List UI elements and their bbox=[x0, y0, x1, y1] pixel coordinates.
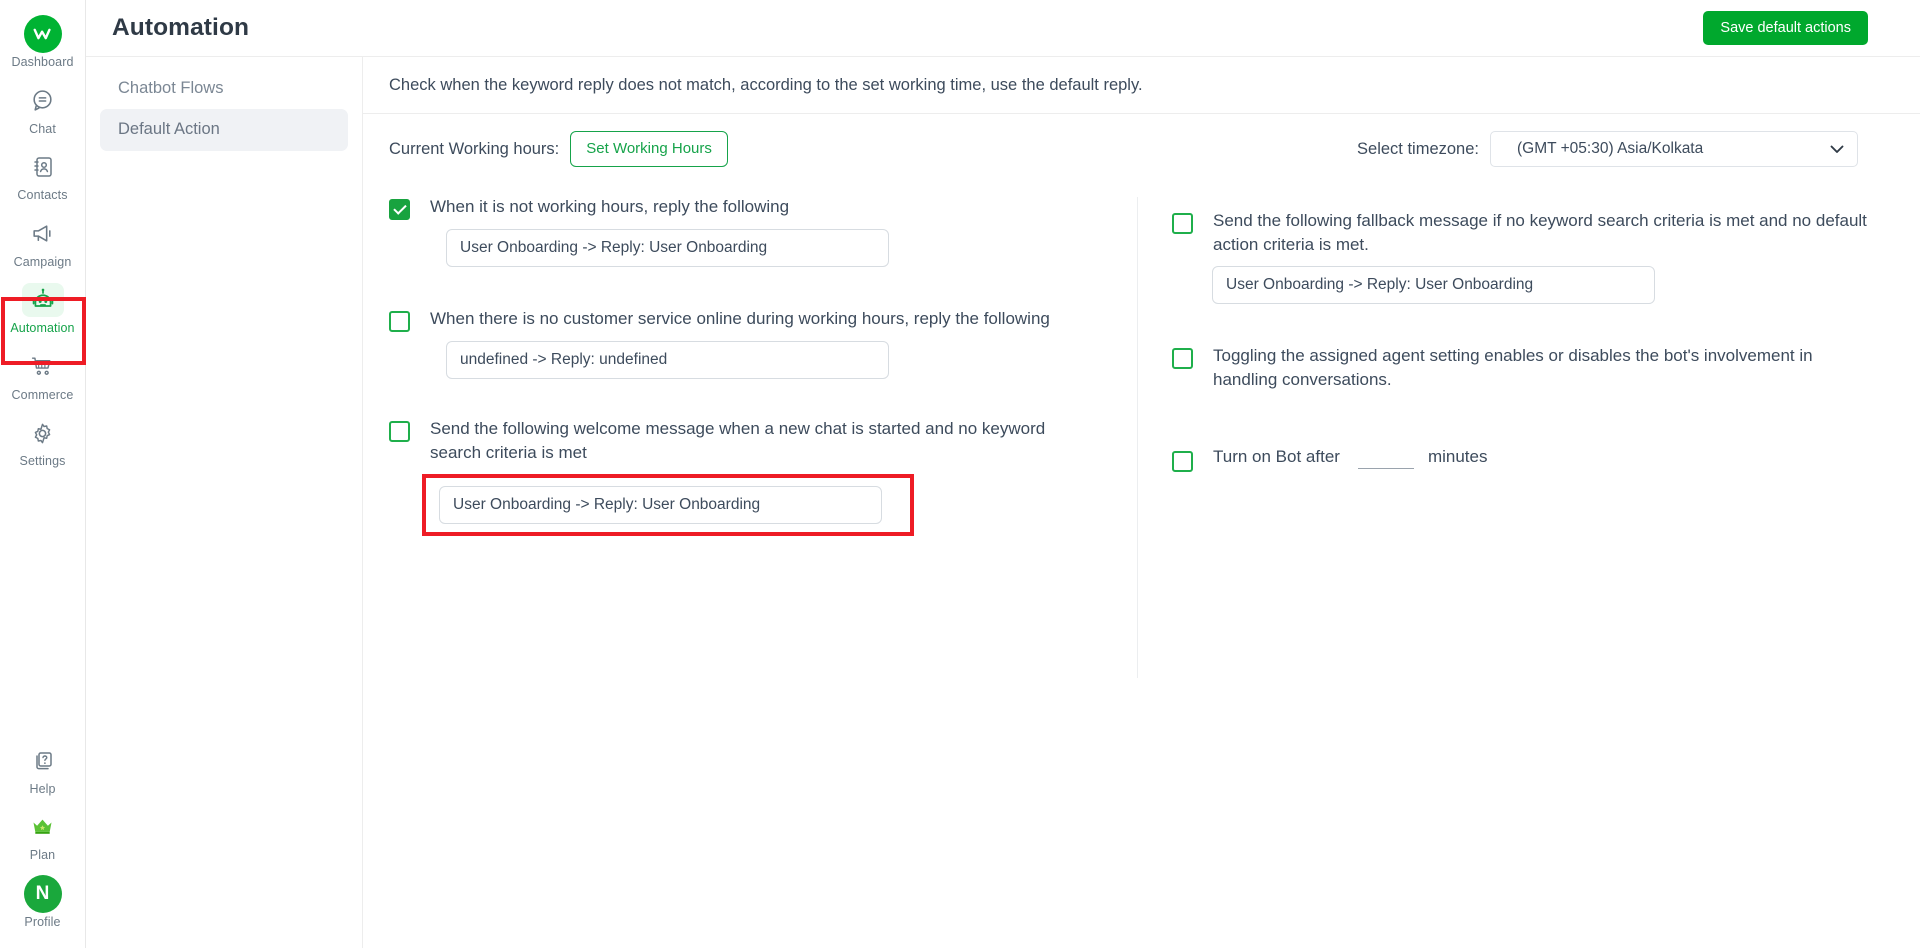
reply-select-no-agent-online[interactable]: undefined -> Reply: undefined bbox=[446, 341, 889, 379]
option-label: When there is no customer service online… bbox=[430, 309, 1050, 328]
shopping-cart-icon bbox=[22, 350, 64, 384]
automation-subnav: Chatbot Flows Default Action bbox=[86, 57, 363, 948]
page-title: Automation bbox=[112, 14, 250, 41]
subnav-item-default-action[interactable]: Default Action bbox=[100, 109, 348, 151]
option-label: Toggling the assigned agent setting enab… bbox=[1213, 346, 1813, 390]
working-hours-group: Current Working hours: Set Working Hours bbox=[389, 131, 728, 167]
panel-hint-text: Check when the keyword reply does not ma… bbox=[363, 57, 1920, 114]
working-hours-row: Current Working hours: Set Working Hours… bbox=[363, 114, 1920, 183]
avatar-icon: N bbox=[22, 874, 64, 913]
option-block-assigned-agent-toggle: Toggling the assigned agent setting enab… bbox=[1172, 344, 1880, 392]
option-row: Send the following fallback message if n… bbox=[1172, 209, 1880, 257]
reply-select-fallback-message[interactable]: User Onboarding -> Reply: User Onboardin… bbox=[1212, 266, 1655, 305]
crown-icon bbox=[22, 810, 64, 844]
timezone-label: Select timezone: bbox=[1357, 139, 1479, 158]
timezone-selected-value: (GMT +05:30) Asia/Kolkata bbox=[1517, 140, 1704, 157]
gear-icon bbox=[22, 416, 64, 450]
body-row: Chatbot Flows Default Action Check when … bbox=[86, 57, 1920, 948]
option-block-not-working-hours: When it is not working hours, reply the … bbox=[389, 195, 1137, 267]
reply-select-not-working-hours[interactable]: User Onboarding -> Reply: User Onboardin… bbox=[446, 229, 889, 267]
checkbox-assigned-agent-toggle[interactable] bbox=[1172, 348, 1193, 370]
sidebar-item-campaign[interactable]: Campaign bbox=[0, 208, 85, 275]
turn-on-bot-suffix-label: minutes bbox=[1427, 446, 1488, 466]
subnav-item-chatbot-flows[interactable]: Chatbot Flows bbox=[100, 68, 348, 109]
sidebar-label-help: Help bbox=[29, 781, 56, 796]
content-area: Automation Save default actions Chatbot … bbox=[86, 0, 1920, 948]
sidebar-item-contacts[interactable]: Contacts bbox=[0, 141, 85, 208]
app-logo-icon bbox=[22, 15, 64, 53]
app-root: Dashboard Chat Contacts Campaign Automat… bbox=[0, 0, 1920, 948]
sidebar-item-commerce[interactable]: Commerce bbox=[0, 341, 85, 408]
option-row: When there is no customer service online… bbox=[389, 307, 1137, 332]
contacts-book-icon bbox=[22, 150, 64, 184]
welcome-message-highlight-annotation: User Onboarding -> Reply: User Onboardin… bbox=[422, 474, 914, 537]
checkbox-fallback-message[interactable] bbox=[1172, 213, 1193, 234]
default-action-panel: Check when the keyword reply does not ma… bbox=[363, 57, 1920, 948]
option-block-no-agent-online: When there is no customer service online… bbox=[389, 307, 1137, 379]
timezone-select[interactable]: (GMT +05:30) Asia/Kolkata bbox=[1490, 131, 1858, 167]
help-question-icon bbox=[22, 744, 64, 778]
sidebar-label-commerce: Commerce bbox=[11, 387, 74, 402]
sidebar-item-automation[interactable]: Automation bbox=[0, 274, 85, 341]
left-options-column: When it is not working hours, reply the … bbox=[363, 183, 1137, 948]
sidebar-item-chat[interactable]: Chat bbox=[0, 75, 85, 142]
sidebar-label-campaign: Campaign bbox=[13, 254, 72, 269]
checkbox-no-agent-online[interactable] bbox=[389, 311, 410, 332]
turn-on-bot-prefix-label: Turn on Bot after bbox=[1213, 446, 1340, 466]
sidebar-label-settings: Settings bbox=[19, 454, 66, 468]
timezone-group: Select timezone: (GMT +05:30) Asia/Kolka… bbox=[1357, 131, 1858, 167]
option-block-welcome-message: Send the following welcome message when … bbox=[389, 417, 1137, 537]
sidebar-label-chat: Chat bbox=[29, 121, 56, 136]
option-label: Send the following welcome message when … bbox=[430, 419, 1046, 463]
robot-icon bbox=[21, 283, 64, 317]
checkbox-turn-on-bot[interactable] bbox=[1172, 450, 1193, 472]
avatar-initial: N bbox=[23, 874, 62, 913]
sidebar-item-settings[interactable]: Settings bbox=[0, 407, 85, 474]
megaphone-icon bbox=[22, 217, 64, 251]
option-row: Toggling the assigned agent setting enab… bbox=[1172, 344, 1880, 392]
sidebar-label-dashboard: Dashboard bbox=[11, 55, 74, 69]
set-working-hours-button[interactable]: Set Working Hours bbox=[570, 131, 728, 167]
sidebar-label-profile: Profile bbox=[24, 914, 61, 929]
reply-select-welcome-message[interactable]: User Onboarding -> Reply: User Onboardin… bbox=[439, 486, 882, 525]
option-label: Send the following fallback message if n… bbox=[1213, 211, 1867, 255]
option-block-fallback-message: Send the following fallback message if n… bbox=[1172, 209, 1880, 305]
sidebar-label-plan: Plan bbox=[29, 848, 56, 862]
sidebar-label-contacts: Contacts bbox=[17, 188, 68, 202]
sidebar-bottom-group: Help Plan N Profile bbox=[0, 735, 85, 948]
sidebar-item-profile[interactable]: N Profile bbox=[0, 868, 85, 935]
sidebar-top-group: Dashboard Chat Contacts Campaign Automat… bbox=[0, 0, 85, 474]
page-header: Automation Save default actions bbox=[86, 0, 1920, 57]
turn-on-bot-line: Turn on Bot after minutes bbox=[1213, 446, 1488, 469]
sidebar-item-dashboard[interactable]: Dashboard bbox=[0, 8, 85, 75]
options-columns: When it is not working hours, reply the … bbox=[363, 183, 1920, 948]
option-row: When it is not working hours, reply the … bbox=[389, 195, 1137, 220]
primary-sidebar: Dashboard Chat Contacts Campaign Automat… bbox=[0, 0, 86, 948]
sidebar-item-help[interactable]: Help bbox=[0, 735, 85, 802]
turn-on-bot-minutes-input[interactable] bbox=[1357, 447, 1414, 469]
option-block-turn-on-bot: Turn on Bot after minutes bbox=[1172, 447, 1880, 472]
sidebar-item-plan[interactable]: Plan bbox=[0, 801, 85, 868]
chat-bubble-icon bbox=[22, 84, 64, 118]
save-default-actions-button[interactable]: Save default actions bbox=[1703, 10, 1868, 46]
option-row: Send the following welcome message when … bbox=[389, 417, 1137, 465]
checkbox-welcome-message[interactable] bbox=[389, 421, 410, 442]
chevron-down-icon bbox=[1830, 143, 1844, 156]
option-label: When it is not working hours, reply the … bbox=[430, 197, 790, 216]
sidebar-label-automation: Automation bbox=[10, 321, 75, 335]
checkbox-not-working-hours[interactable] bbox=[389, 199, 410, 220]
right-options-column: Send the following fallback message if n… bbox=[1137, 197, 1920, 678]
working-hours-label: Current Working hours: bbox=[389, 139, 560, 158]
